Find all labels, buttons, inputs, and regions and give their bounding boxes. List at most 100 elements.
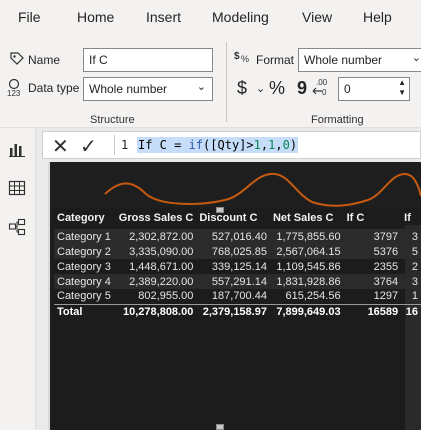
- datatype-label: Data type: [28, 81, 80, 95]
- table-cell: 802,955.00: [138, 290, 194, 303]
- column-header[interactable]: Gross Sales C: [116, 207, 197, 229]
- total-cell: 7,899,649.03: [269, 303, 344, 319]
- decrease-decimal-icon[interactable]: .00 0: [312, 77, 330, 97]
- row-label: Category 4: [54, 274, 116, 289]
- column-header[interactable]: Discount C: [196, 207, 270, 229]
- table-cell: 1,775,855.60: [269, 229, 344, 244]
- table-total-row: Total 10,278,808.00 2,379,158.97 7,899,6…: [54, 303, 421, 319]
- table-cell: 2355: [373, 260, 399, 273]
- formula-divider: [114, 135, 115, 155]
- comma-style-button[interactable]: 9: [297, 78, 307, 99]
- total-cell: 16589: [343, 303, 402, 319]
- table-row: Category 5 802,955.00 187,700.44 615,254…: [54, 289, 421, 304]
- menu-help[interactable]: Help: [363, 9, 392, 25]
- datatype-select[interactable]: Whole number ⌄: [83, 77, 213, 101]
- formula-number: 1: [253, 138, 261, 152]
- column-header[interactable]: If: [401, 207, 421, 229]
- decimal-places-input[interactable]: 0 ▲ ▼: [338, 77, 410, 101]
- resize-handle-bottom[interactable]: [216, 424, 224, 430]
- datatype-value: Whole number: [89, 82, 168, 96]
- tag-icon: [10, 52, 24, 65]
- menu-modeling[interactable]: Modeling: [212, 9, 269, 25]
- percent-button[interactable]: %: [269, 78, 285, 99]
- format-select[interactable]: Whole number ⌄: [298, 48, 421, 72]
- app-window: File Home Insert Modeling View Help Name…: [0, 0, 421, 430]
- row-label: Category 3: [57, 260, 111, 273]
- table-cell: 1,109,545.86: [276, 260, 341, 273]
- total-label: Total: [54, 303, 116, 319]
- formula-function: if: [188, 138, 204, 152]
- name-input[interactable]: If C: [83, 48, 213, 72]
- decimal-places-value: 0: [344, 82, 351, 96]
- total-cell: 10,278,808.00: [115, 303, 197, 319]
- commit-formula-icon[interactable]: ✓: [80, 134, 97, 159]
- table-row: Category 4 2,389,220.00 557,291.14 1,831…: [54, 274, 421, 289]
- svg-text:.00: .00: [316, 78, 328, 87]
- table-cell: 3: [401, 274, 421, 289]
- total-cell: 2,379,158.97: [196, 303, 270, 319]
- table-cell: 1: [411, 290, 418, 303]
- matrix-table: Category Gross Sales C Discount C Net Sa…: [54, 207, 421, 319]
- table-row: Category 3 1,448,671.00 339,125.14 1,109…: [54, 259, 421, 274]
- svg-text:$: $: [234, 51, 240, 62]
- svg-text:%: %: [241, 54, 249, 64]
- table-cell: 5376: [343, 244, 402, 259]
- formula-editor[interactable]: If C = if([Qty]>1,1,0): [137, 137, 299, 153]
- ribbon: Name If C 123 Data type Whole number ⌄ S…: [0, 36, 421, 128]
- model-view-icon[interactable]: [8, 218, 26, 236]
- table-cell: 527,016.40: [196, 229, 270, 244]
- background-line-chart: [104, 172, 421, 207]
- chevron-down-icon: ⌄: [411, 52, 421, 64]
- formula-close-paren: ): [289, 138, 298, 152]
- report-view-icon[interactable]: [8, 140, 26, 158]
- total-cell: 16: [401, 303, 421, 319]
- column-header[interactable]: Category: [54, 207, 116, 229]
- table-cell: 339,125.14: [211, 260, 267, 273]
- table-cell: 768,025.85: [196, 244, 270, 259]
- formula-equals: =: [166, 138, 189, 152]
- table-cell: 3764: [343, 274, 402, 289]
- table-cell: 5: [401, 244, 421, 259]
- menu-insert[interactable]: Insert: [146, 9, 181, 25]
- column-header[interactable]: Net Sales C: [270, 207, 344, 229]
- table-cell: 615,254.56: [285, 290, 341, 303]
- structure-group-label: Structure: [90, 114, 135, 126]
- row-label: Category 1: [54, 229, 116, 244]
- table-row: Category 2 3,335,090.00 768,025.85 2,567…: [54, 244, 421, 259]
- spin-arrows-icon[interactable]: ▲ ▼: [398, 78, 406, 98]
- menu-bar: File Home Insert Modeling View Help: [0, 0, 421, 36]
- cancel-formula-icon[interactable]: ✕: [52, 134, 69, 159]
- formula-measure-name: If C: [138, 138, 167, 152]
- formula-argument: [Qty]>: [210, 138, 254, 152]
- table-view-icon[interactable]: [8, 179, 26, 197]
- currency-button[interactable]: $: [237, 78, 247, 99]
- table-cell: 2: [411, 260, 418, 273]
- formula-line-number: 1: [121, 138, 129, 152]
- formula-comma: ,: [275, 138, 283, 152]
- table-cell: 187,700.44: [211, 290, 267, 303]
- table-header-row: Category Gross Sales C Discount C Net Sa…: [54, 207, 421, 229]
- table-cell: 2,302,872.00: [115, 229, 197, 244]
- table-cell: 3,335,090.00: [115, 244, 197, 259]
- format-value: Whole number: [304, 53, 383, 67]
- format-label: Format: [256, 53, 295, 67]
- table-cell: 3797: [343, 229, 402, 244]
- menu-home[interactable]: Home: [77, 9, 114, 25]
- table-cell: 3: [401, 229, 421, 244]
- menu-view[interactable]: View: [302, 9, 332, 25]
- table-cell: 1297: [373, 290, 399, 303]
- currency-dropdown-icon[interactable]: ⌄: [256, 82, 265, 95]
- table-row: Category 1 2,302,872.00 527,016.40 1,775…: [54, 229, 421, 244]
- format-icon: $ %: [234, 51, 249, 64]
- table-cell: 1,831,928.86: [269, 274, 344, 289]
- row-label: Category 5: [57, 290, 111, 303]
- table-cell: 1,448,671.00: [129, 260, 194, 273]
- table-cell: 2,567,064.15: [269, 244, 344, 259]
- svg-text:123: 123: [7, 89, 21, 98]
- table-cell: 557,291.14: [196, 274, 270, 289]
- formula-number: 0: [282, 138, 290, 152]
- chevron-down-icon: ⌄: [196, 81, 206, 93]
- table-cell: 2,389,220.00: [115, 274, 197, 289]
- menu-file[interactable]: File: [18, 9, 41, 25]
- column-header[interactable]: If C: [344, 207, 402, 229]
